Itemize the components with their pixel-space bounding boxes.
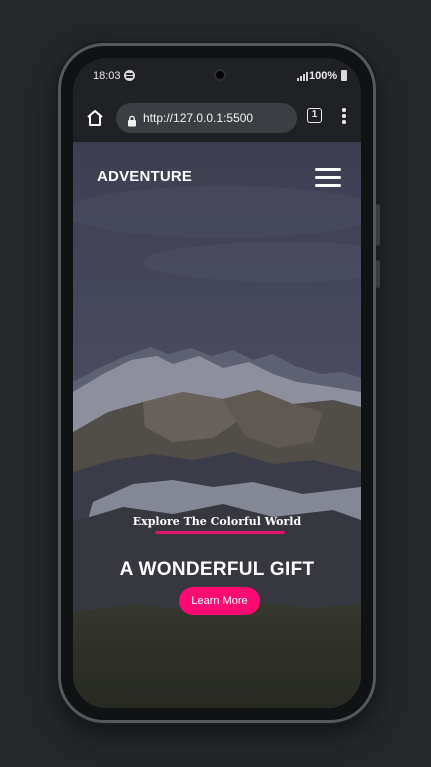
hero-subtitle: Explore The Colorful World: [132, 515, 302, 528]
subtitle-underline: [155, 531, 285, 534]
phone-frame: 18:03 100% http://127.0.0.1:5500 1 ADVEN…: [58, 43, 380, 723]
status-time: 18:03: [93, 70, 121, 82]
more-menu-icon[interactable]: [341, 108, 347, 126]
webpage: ADVENTURE Explore The Colorful World A W…: [73, 142, 361, 708]
battery-percent: 100%: [309, 70, 338, 82]
browser-toolbar: http://127.0.0.1:5500 1: [73, 94, 361, 142]
lock-icon: [127, 112, 137, 127]
volume-button: [376, 204, 380, 246]
tabs-icon[interactable]: 1: [307, 108, 322, 123]
url-text[interactable]: http://127.0.0.1:5500: [143, 111, 253, 125]
site-brand-logo[interactable]: ADVENTURE: [97, 168, 192, 185]
status-bar: 18:03 100%: [73, 58, 361, 94]
front-camera: [214, 69, 226, 81]
home-icon[interactable]: [85, 108, 105, 128]
hero-title: A WONDERFUL GIFT: [119, 559, 315, 580]
spotify-icon: [124, 70, 135, 81]
hamburger-icon[interactable]: [315, 168, 341, 188]
mountain-background-image: [73, 142, 361, 708]
learn-more-button[interactable]: Learn More: [179, 587, 260, 615]
phone-screen: 18:03 100% http://127.0.0.1:5500 1 ADVEN…: [73, 58, 361, 708]
battery-icon: [341, 70, 347, 81]
address-bar[interactable]: http://127.0.0.1:5500: [116, 103, 297, 133]
power-button: [376, 260, 380, 288]
signal-icon: [297, 71, 309, 81]
